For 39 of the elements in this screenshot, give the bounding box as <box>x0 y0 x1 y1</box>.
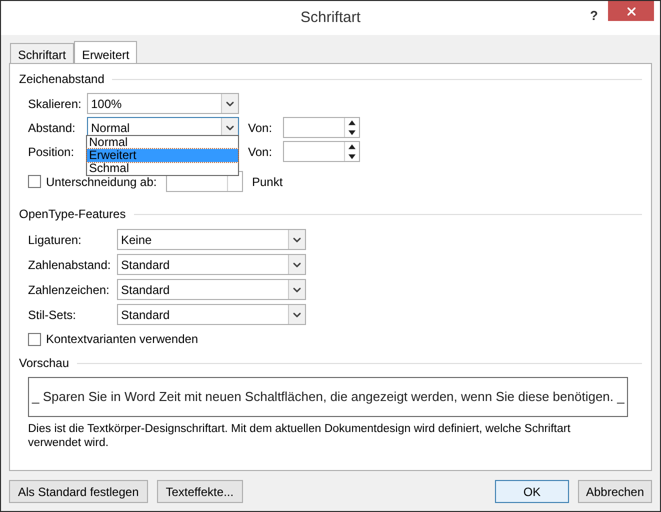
preview-text: _ Sparen Sie in Word Zeit mit neuen Schaltflächen, die angezeigt werden, wenn Sie diese benötigen. _ <box>32 388 624 406</box>
tab[interactable]: Erweitert <box>74 41 138 64</box>
help-button[interactable]: ? <box>590 6 598 26</box>
dropdown-option[interactable]: Schmal <box>87 162 238 175</box>
unit-label: Punkt <box>252 174 283 190</box>
dialog-button[interactable]: Abbrechen <box>578 480 652 503</box>
field-label: Von: <box>248 120 274 136</box>
window-title: Schriftart <box>300 8 360 28</box>
spin-field[interactable] <box>283 141 360 162</box>
checkbox-label: Kontextvarianten verwenden <box>46 331 198 348</box>
field-label: Von: <box>248 144 274 160</box>
checkbox[interactable] <box>28 175 41 188</box>
checkbox-label: Unterschneidung ab: <box>46 174 158 190</box>
dialog-button[interactable]: Als Standard festlegen <box>9 480 148 503</box>
dropdown-field[interactable]: Standard <box>117 279 306 300</box>
field-label: Position: <box>28 144 76 160</box>
spin-field[interactable] <box>283 117 360 138</box>
dropdown-option[interactable]: Normal <box>87 136 238 149</box>
dropdown-field[interactable]: Standard <box>117 304 306 325</box>
dropdown-field[interactable]: 100% <box>87 93 239 114</box>
field-label: Zahlenabstand: <box>28 256 112 274</box>
section-heading: Vorschau <box>19 355 70 372</box>
checkbox[interactable] <box>28 332 41 346</box>
preview-description: Dies ist die Textkörper-Designschriftart. Mit dem aktuellen Dokumentdesign wird definiert, welche Schriftart verwendet wird. <box>28 422 572 450</box>
field-label: Zahlenzeichen: <box>28 282 110 298</box>
tab[interactable]: Schriftart <box>10 43 74 63</box>
close-button[interactable] <box>608 1 654 21</box>
dialog-button[interactable]: OK <box>495 480 569 503</box>
field-label: Abstand: <box>28 120 76 136</box>
field-label: Stil-Sets: <box>28 306 78 324</box>
dropdown-field[interactable]: Standard <box>117 254 306 275</box>
dropdown-field[interactable]: Keine <box>117 229 306 250</box>
dropdown-option[interactable]: Erweitert <box>87 149 238 162</box>
field-label: Ligaturen: <box>28 232 82 248</box>
section-heading: Zeichenabstand <box>19 71 104 88</box>
section-heading: OpenType-Features <box>19 206 126 223</box>
field-label: Skalieren: <box>28 96 82 112</box>
dialog-button[interactable]: Texteffekte... <box>156 480 243 503</box>
close-icon <box>624 4 638 18</box>
